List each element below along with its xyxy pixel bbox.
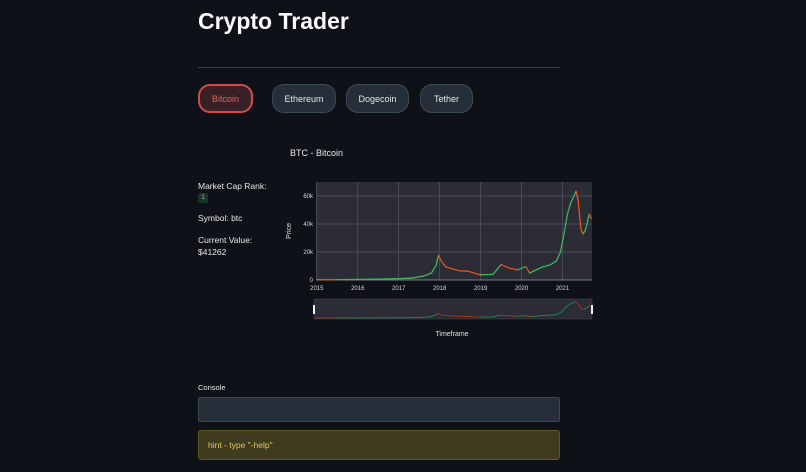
- y-tick-label: 40k: [303, 222, 314, 228]
- range-slider-segment: [500, 314, 509, 317]
- hint-box: hint - type "-help": [198, 430, 560, 460]
- x-tick-label: 2016: [351, 286, 365, 292]
- hint-text: hint - type "-help": [208, 440, 273, 450]
- range-slider-segment: [582, 308, 586, 310]
- range-slider-handle-right[interactable]: [591, 305, 593, 314]
- range-slider-segment: [516, 315, 526, 317]
- y-axis-title: Price: [286, 223, 293, 239]
- range-slider-handle-left[interactable]: [313, 305, 315, 314]
- x-tick-label: 2020: [515, 286, 529, 292]
- range-slider-segment: [422, 316, 431, 318]
- x-tick-label: 2015: [310, 286, 324, 292]
- x-tick-label: 2017: [392, 286, 406, 292]
- y-tick-label: 60k: [303, 194, 314, 200]
- x-tick-label: 2018: [433, 286, 447, 292]
- y-tick-label: 0: [310, 278, 314, 284]
- console-input[interactable]: [198, 397, 560, 422]
- x-tick-label: 2019: [474, 286, 488, 292]
- y-tick-label: 20k: [303, 250, 314, 256]
- x-tick-label: 2021: [556, 286, 570, 292]
- console-label: Console: [198, 383, 226, 392]
- x-axis-title: Timeframe: [435, 331, 468, 338]
